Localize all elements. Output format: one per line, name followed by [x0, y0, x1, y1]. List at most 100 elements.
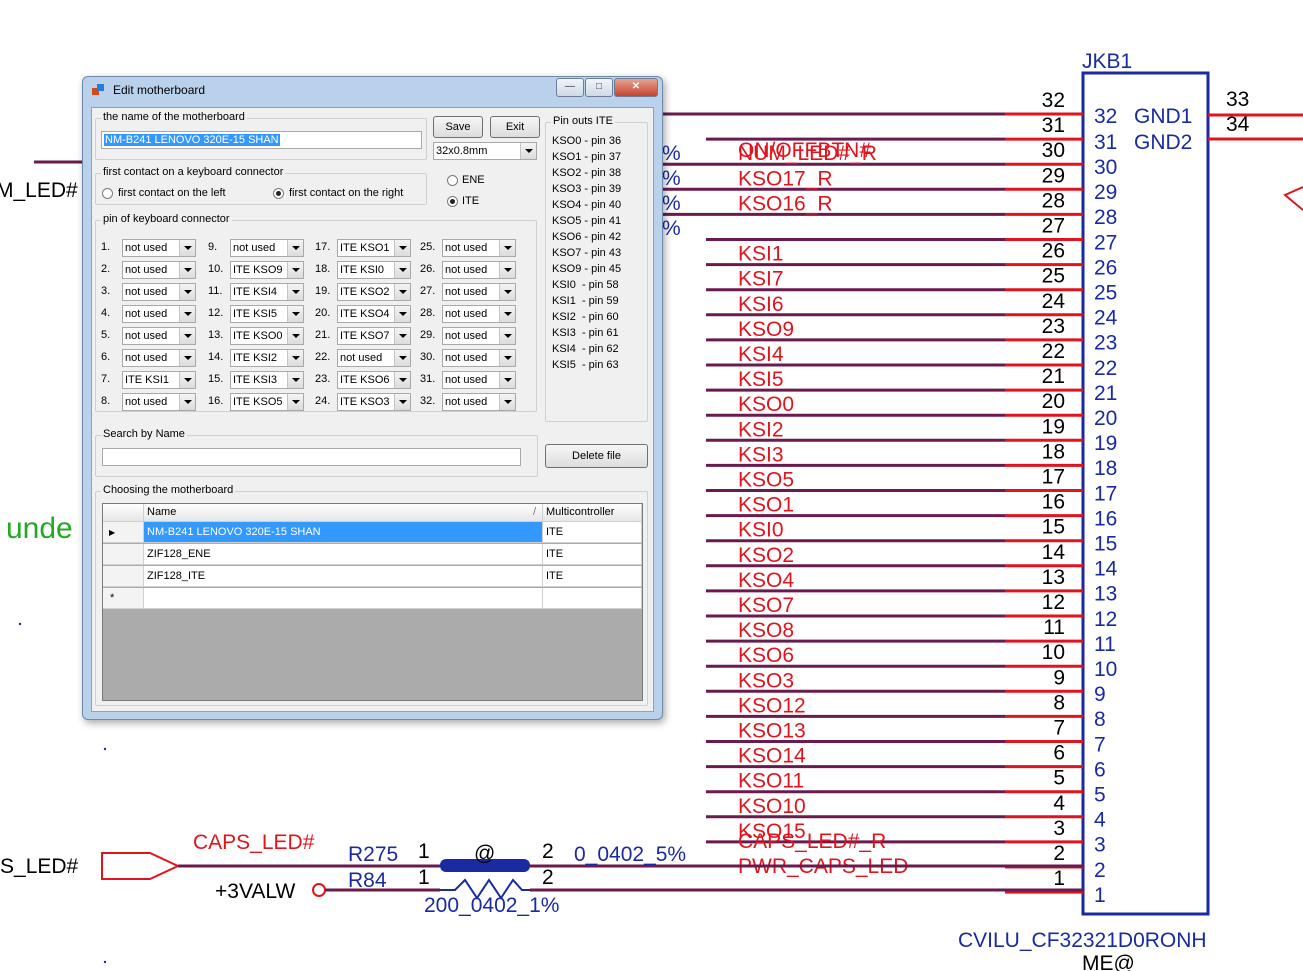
grid-cell-multicontroller[interactable]: ITE [543, 522, 642, 543]
pin-assignment-combo[interactable]: ITE KSI0 [337, 261, 411, 279]
grid-cell-name[interactable] [144, 588, 543, 609]
first-contact-group: first contact on a keyboard connector fi… [95, 166, 427, 205]
pin-number-label: 3. [101, 285, 111, 297]
title-bar[interactable]: Edit motherboard — □ ✕ [83, 77, 662, 103]
ene-label[interactable]: ENE [462, 174, 485, 186]
pin-assignment-combo[interactable]: not used [122, 349, 196, 367]
column-header-multicontroller[interactable]: Multicontroller [543, 504, 642, 522]
resistor-value: 200_0402_1% [424, 894, 559, 917]
pin-assignment-combo[interactable]: ITE KSO2 [337, 283, 411, 301]
pin-number-label: 29. [420, 329, 436, 341]
pin-assignment-combo[interactable]: ITE KSO5 [230, 393, 304, 411]
pin-assignment-value: not used [125, 286, 168, 298]
pin-assignment-combo[interactable]: not used [442, 349, 516, 367]
ene-radio[interactable] [447, 175, 458, 186]
pin-number-label: 7. [101, 373, 111, 385]
pin-assignment-combo[interactable]: not used [122, 393, 196, 411]
save-button[interactable]: Save [433, 116, 483, 138]
pin-number-label: 10. [208, 263, 224, 275]
minimize-button[interactable]: — [556, 78, 584, 97]
grid-row[interactable]: ▶ NM-B241 LENOVO 320E-15 SHAN ITE [103, 522, 642, 543]
motherboard-grid[interactable]: Name / Multicontroller ▶ NM-B241 LENOVO 32… [102, 503, 643, 701]
grid-cell-multicontroller[interactable] [543, 588, 642, 609]
current-row-icon: ▶ [109, 528, 116, 537]
edit-motherboard-window[interactable]: Edit motherboard — □ ✕ the name of the m… [82, 76, 663, 720]
connector-size-combo[interactable]: 32x0.8mm [433, 142, 537, 160]
grid-new-row[interactable]: * [103, 588, 642, 609]
pin-assignment-value: ITE KSO0 [233, 330, 283, 342]
grid-row[interactable]: ZIF128_ENE ITE [103, 544, 642, 565]
pin-number-label: 5. [101, 329, 111, 341]
grid-cell-multicontroller[interactable]: ITE [543, 544, 642, 565]
first-right-label[interactable]: first contact on the right [289, 187, 403, 199]
motherboard-name-input[interactable]: NM-B241 LENOVO 320E-15 SHAN [101, 131, 422, 149]
grid-cell-name[interactable]: ZIF128_ENE [144, 544, 543, 565]
net-label: KSI2 [738, 418, 784, 441]
pin-number-label: 16. [208, 395, 224, 407]
pin-assignment-value: ITE KSI0 [340, 264, 385, 276]
first-right-radio[interactable] [273, 188, 284, 199]
pin-assignment-combo[interactable]: ITE KSO1 [337, 239, 411, 257]
pin-assignment-combo[interactable]: not used [122, 283, 196, 301]
maximize-button[interactable]: □ [585, 78, 613, 97]
row-header[interactable] [103, 544, 144, 565]
pin-assignment-combo[interactable]: not used [442, 261, 516, 279]
grid-row[interactable]: ZIF128_ITE ITE [103, 566, 642, 587]
net-label: KSO1 [738, 494, 794, 517]
pin-assignment-combo[interactable]: not used [442, 305, 516, 323]
net-label-overlap: CAPS_LED#_R [738, 830, 886, 853]
pin-assignment-combo[interactable]: not used [122, 239, 196, 257]
ite-label[interactable]: ITE [462, 195, 479, 207]
pin-assignment-combo[interactable]: ITE KSO4 [337, 305, 411, 323]
pin-assignment-value: not used [445, 242, 488, 254]
row-header[interactable]: * [103, 588, 144, 609]
ite-radio[interactable] [447, 196, 458, 207]
pin-assignment-combo[interactable]: not used [230, 239, 304, 257]
name-group-caption: the name of the motherboard [101, 111, 247, 123]
connector-pin-number: 9 [1094, 683, 1106, 706]
pin-assignment-combo[interactable]: ITE KSO7 [337, 327, 411, 345]
pin-assignment-combo[interactable]: not used [442, 327, 516, 345]
grid-cell-multicontroller[interactable]: ITE [543, 566, 642, 587]
delete-file-button[interactable]: Delete file [545, 444, 648, 468]
pin-assignment-combo[interactable]: ITE KSI1 [122, 371, 196, 389]
pins-group: pin of keyboard connector 1. not used 2. no… [95, 213, 537, 412]
pin-assignment-combo[interactable]: not used [122, 261, 196, 279]
column-header-name[interactable]: Name / [144, 504, 543, 522]
chevron-down-icon [520, 143, 536, 159]
pin-assignment-combo[interactable]: not used [442, 239, 516, 257]
search-input[interactable] [102, 448, 521, 466]
row-header[interactable]: ▶ [103, 522, 144, 543]
pin-assignment-combo[interactable]: not used [442, 393, 516, 411]
pin-assignment-combo[interactable]: ITE KSI5 [230, 305, 304, 323]
pin-number-label: 30. [420, 351, 436, 363]
row-header[interactable] [103, 566, 144, 587]
pin-assignment-combo[interactable]: not used [122, 305, 196, 323]
name-group: the name of the motherboard NM-B241 LENO… [95, 111, 427, 160]
pin-assignment-combo[interactable]: ITE KSI3 [230, 371, 304, 389]
pin-assignment-combo[interactable]: not used [442, 283, 516, 301]
pin-assignment-combo[interactable]: not used [442, 371, 516, 389]
pin-number: 24 [1042, 290, 1066, 313]
pin-assignment-combo[interactable]: ITE KSI4 [230, 283, 304, 301]
pin-assignment-combo[interactable]: ITE KSI2 [230, 349, 304, 367]
pin-assignment-combo[interactable]: not used [337, 349, 411, 367]
grid-cell-name[interactable]: ZIF128_ITE [144, 566, 543, 587]
pin-assignment-combo[interactable]: ITE KSO0 [230, 327, 304, 345]
net-label: KSI0 [738, 519, 784, 542]
pin-assignment-combo[interactable]: ITE KSO9 [230, 261, 304, 279]
exit-button[interactable]: Exit [490, 116, 540, 138]
pin-assignment-combo[interactable]: not used [122, 327, 196, 345]
resistor-value: 0_0402_5% [574, 843, 686, 866]
dot [103, 960, 107, 964]
first-left-radio[interactable] [102, 188, 113, 199]
pin-assignment-combo[interactable]: ITE KSO3 [337, 393, 411, 411]
close-button[interactable]: ✕ [614, 78, 658, 97]
grid-cell-name[interactable]: NM-B241 LENOVO 320E-15 SHAN [144, 522, 543, 543]
sort-icon: / [532, 506, 536, 518]
pin-number: 28 [1042, 189, 1065, 212]
first-left-label[interactable]: first contact on the left [118, 187, 226, 199]
connector-pin-number: 30 [1094, 156, 1117, 179]
pin-assignment-combo[interactable]: ITE KSO6 [337, 371, 411, 389]
pin-number-label: 26. [420, 263, 436, 275]
